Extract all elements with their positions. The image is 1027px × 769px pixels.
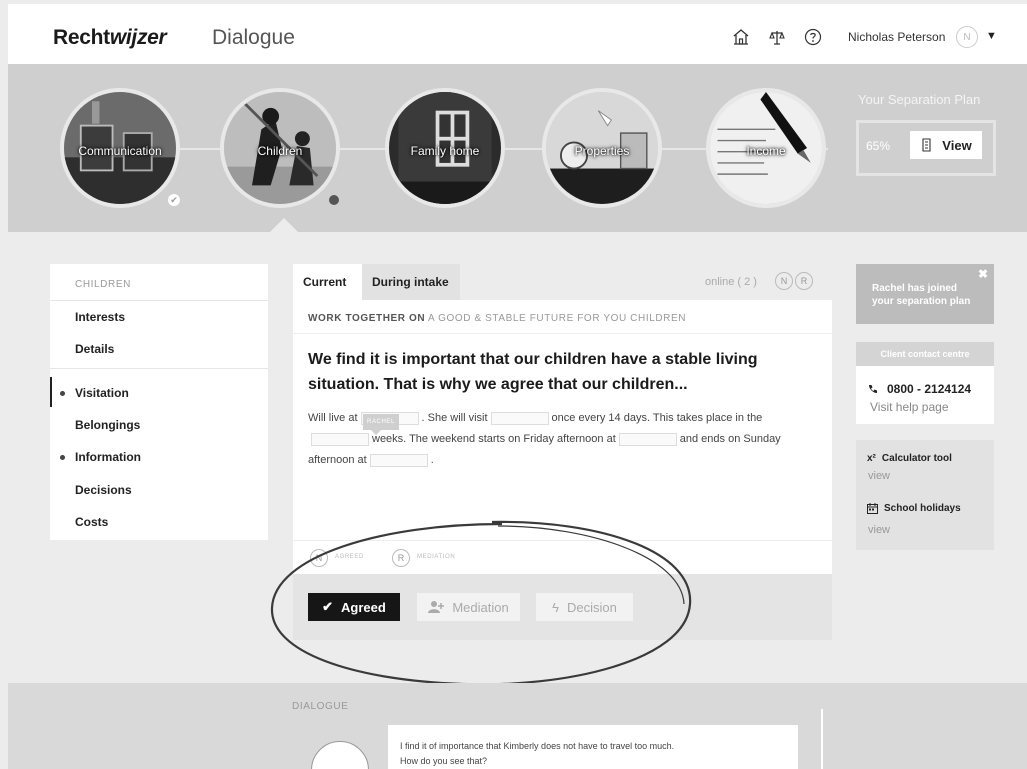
status-label: MEDIATION [417,554,456,560]
school-holidays-title[interactable]: School holidays [867,503,961,514]
message-avatar [311,741,369,769]
close-icon[interactable]: ✖ [978,268,988,281]
tab-current[interactable]: Current [293,264,362,300]
online-user-avatar: R [795,272,813,290]
editing-user-tag: RACHEL [363,414,399,435]
sidebar-heading: CHILDREN [75,279,131,290]
sidebar-item-information[interactable]: Information [60,450,141,464]
plan-title: Your Separation Plan [858,92,981,107]
divider [293,333,832,334]
step-label: Family home [410,144,480,158]
notification-text: Rachel has joined your separation plan [872,283,971,307]
card-tabs: Current During intake online ( 2 ) N R [293,264,832,300]
scales-icon[interactable] [768,28,786,46]
chevron-down-icon[interactable]: ▼ [986,30,997,42]
step-label: Income [746,144,786,158]
sidebar-item-interests[interactable]: Interests [75,310,125,324]
join-notification: Rachel has joined your separation plan ✖ [856,264,994,324]
active-item-indicator [50,377,52,407]
top-header: Rechtwijzer Dialogue Nicholas Peterson N… [8,4,1027,64]
sidebar-item-decisions[interactable]: Decisions [75,483,132,497]
agreement-card: Current During intake online ( 2 ) N R W… [293,264,832,642]
app-title: Dialogue [212,26,295,49]
dialogue-title: DIALOGUE [292,701,349,712]
home-icon[interactable] [732,28,750,46]
sidebar-item-visitation[interactable]: Visitation [60,386,129,400]
step-income[interactable]: Income [706,88,826,208]
phone-number[interactable]: 0800 - 2124124 [868,382,971,396]
user-avatar[interactable]: N [956,26,978,48]
card-subtitle: WORK TOGETHER ON A GOOD & STABLE FUTURE … [308,313,687,324]
status-label: AGREED [335,554,364,560]
sidebar-item-details[interactable]: Details [75,342,114,356]
sidebar-item-belongings[interactable]: Belongings [75,418,140,432]
agreement-actions: ✔ Agreed Mediation ϟ Decision [293,574,832,640]
start-time-blank[interactable] [618,432,677,446]
lightning-icon: ϟ [552,599,560,615]
online-user-avatar: N [775,272,793,290]
phone-icon [869,385,877,393]
divider [50,300,268,301]
step-label: Communication [78,144,162,158]
agreed-label: Agreed [341,599,386,615]
help-icon[interactable] [804,28,822,46]
status-user-avatar: R [392,549,410,567]
plan-progress-value: 65% [866,139,891,153]
agreement-heading: We find it is important that our childre… [308,351,758,393]
card-body: WORK TOGETHER ON A GOOD & STABLE FUTURE … [293,300,832,540]
mediation-label: Mediation [452,599,509,615]
parent-blank[interactable] [490,411,549,425]
step-label: Properties [574,144,630,158]
step-communication[interactable]: Communication [60,88,180,208]
school-holidays-view-link[interactable]: view [868,524,890,536]
mediation-button[interactable]: Mediation [417,593,520,621]
calculator-tool-title[interactable]: x² Calculator tool [867,453,952,464]
user-name[interactable]: Nicholas Peterson [848,30,945,44]
document-icon [922,138,931,152]
calculator-icon: x² [867,453,876,464]
decision-button[interactable]: ϟ Decision [536,593,633,621]
status-user-avatar: N [310,549,328,567]
dialogue-section: DIALOGUE I find it of importance that Ki… [8,683,1027,769]
contact-heading: Client contact centre [856,342,994,366]
weeks-blank[interactable] [311,432,369,446]
message-bubble: I find it of importance that Kimberly do… [388,725,798,769]
view-plan-button[interactable]: View [910,131,982,159]
completed-check-icon: ✔ [168,194,180,206]
contact-centre-card: Client contact centre 0800 - 2124124 Vis… [856,342,994,424]
calendar-icon [867,503,878,514]
message-line: I find it of importance that Kimberly do… [400,741,675,751]
step-label: Children [257,144,303,158]
online-count: online ( 2 ) [705,276,757,288]
current-step-dot [329,195,339,205]
divider [821,709,823,769]
progress-banner: Communication ✔ Children Family home Pro… [8,64,1027,232]
calculator-view-link[interactable]: view [868,470,890,482]
sidebar-item-costs[interactable]: Costs [75,515,108,529]
divider [50,368,268,369]
message-line: How do you see that? [400,756,488,766]
tab-during-intake[interactable]: During intake [362,264,460,300]
brand-logo[interactable]: Rechtwijzer [53,26,167,50]
help-page-link[interactable]: Visit help page [870,400,949,414]
decision-label: Decision [567,599,617,615]
agreed-button[interactable]: ✔ Agreed [308,593,400,621]
agreement-status-row: N AGREED R MEDIATION [293,540,832,574]
tools-panel: x² Calculator tool view School holidays … [856,440,994,550]
step-properties[interactable]: Properties [542,88,662,208]
step-children[interactable]: Children [220,88,340,208]
view-plan-label: View [942,137,972,153]
section-sidebar: CHILDREN Interests Details Visitation Be… [50,264,268,540]
end-time-blank[interactable] [369,453,428,467]
active-step-pointer [270,218,298,232]
step-family-home[interactable]: Family home [385,88,505,208]
add-person-icon [428,601,445,613]
check-icon: ✔ [322,599,334,614]
